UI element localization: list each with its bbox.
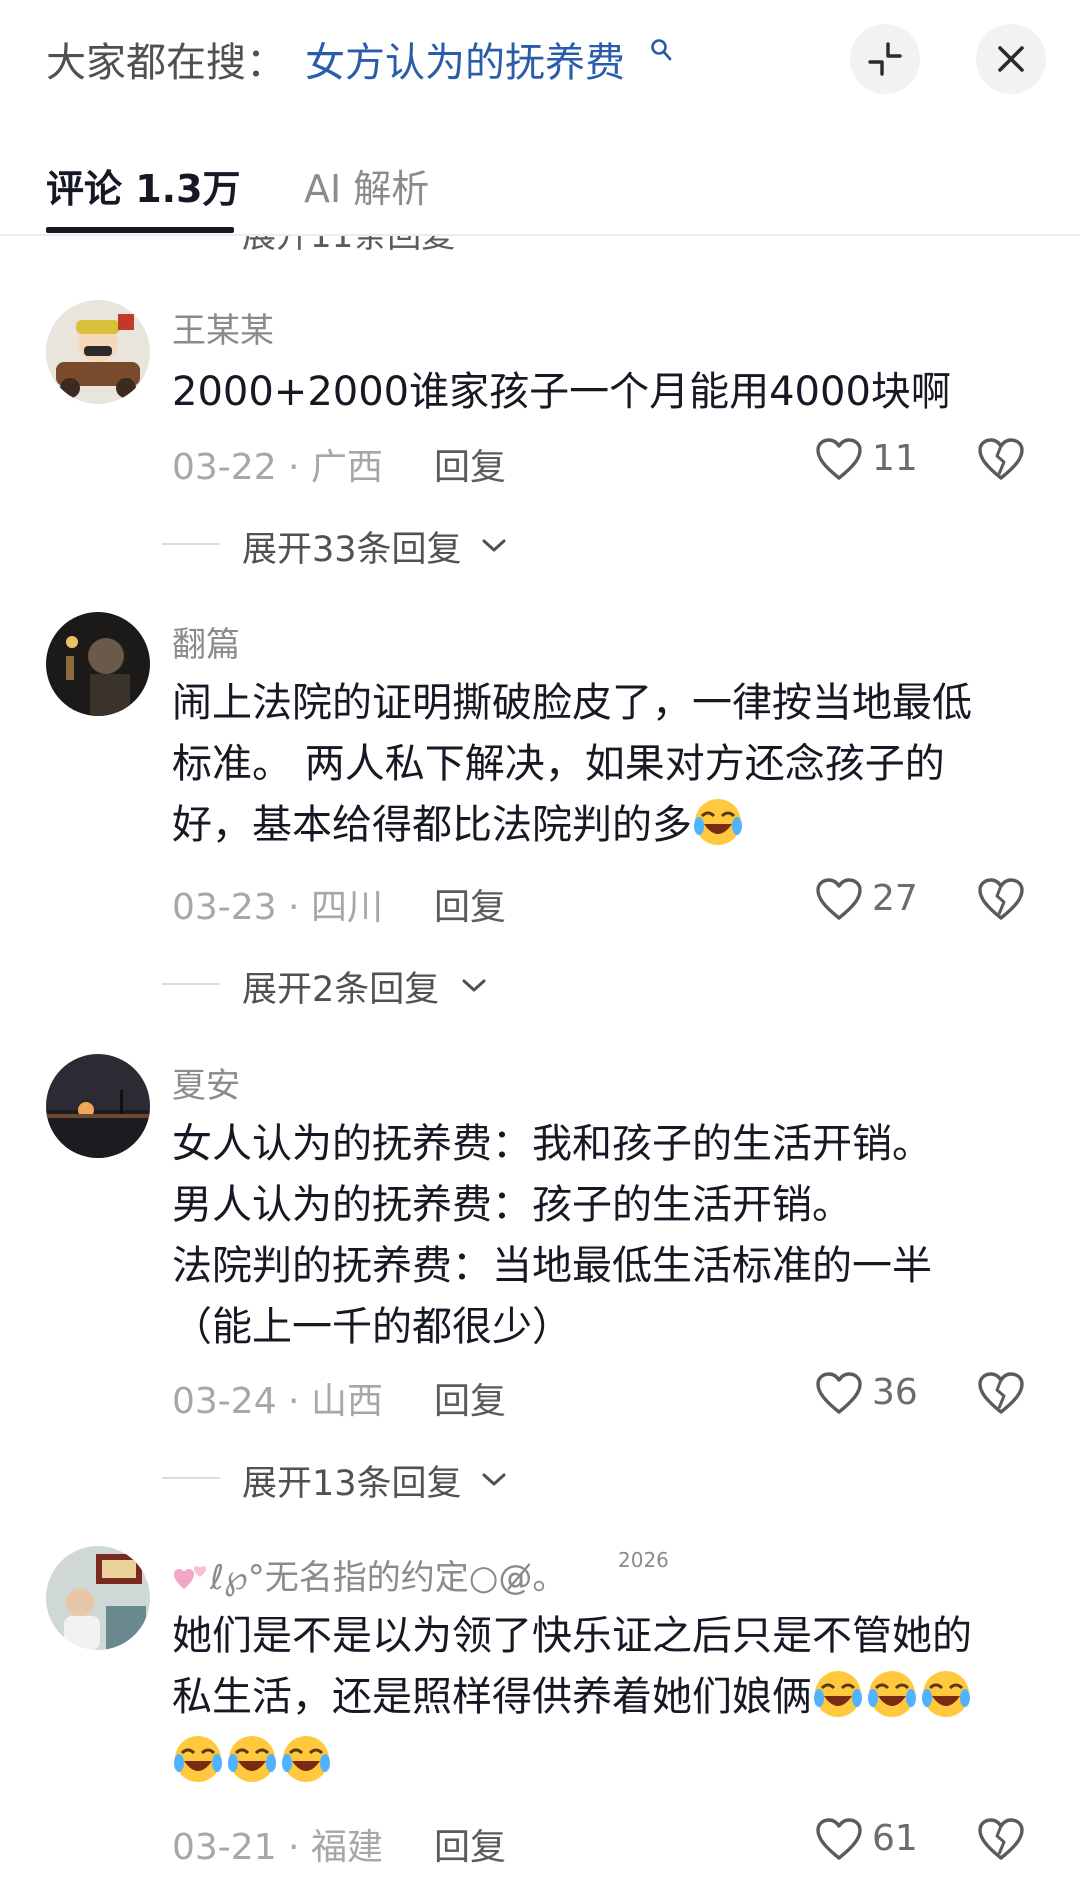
comment-line-text: 好，基本给得都比法院判的多 (172, 802, 692, 848)
chevron-down-icon (462, 979, 486, 992)
chevron-down-icon (482, 539, 506, 552)
like-count: 36 (872, 1372, 918, 1413)
broken-heart-icon[interactable] (976, 1370, 1026, 1416)
comment-date-location: 03-23 · 四川 (172, 887, 383, 928)
comment-text: 闹上法院的证明撕破脸皮了，一律按当地最低 标准。 两人私下解决，如果对方还念孩子… (172, 673, 1032, 856)
collapse-icon (868, 42, 902, 76)
comment-text: 她们是不是以为领了快乐证之后只是不管她的 私生活，还是照样得供养着她们娘俩 (172, 1606, 1032, 1793)
avatar[interactable] (46, 300, 150, 404)
laughing-crying-emoji (282, 1736, 330, 1782)
comment-line: 闹上法院的证明撕破脸皮了，一律按当地最低 (172, 680, 972, 726)
like-count: 11 (872, 438, 918, 479)
laughing-crying-emoji (814, 1671, 862, 1717)
comment-text: 女人认为的抚养费：我和孩子的生活开销。 男人认为的抚养费：孩子的生活开销。 法院… (172, 1114, 1032, 1358)
comment-line (172, 1728, 1032, 1793)
reply-button[interactable]: 回复 (434, 438, 506, 490)
username-text: ℓ℘°无名指的约定○@̸。 (210, 1558, 567, 1598)
broken-heart-icon[interactable] (976, 436, 1026, 482)
pink-hearts-icon (174, 1566, 206, 1589)
expand-replies-button[interactable]: 展开13条回复 (242, 1455, 462, 1506)
username-badge: 2026 (618, 1548, 669, 1572)
comment-date-location: 03-21 · 福建 (172, 1827, 383, 1868)
tab-active-indicator (46, 227, 234, 233)
comment-line-text: 私生活，还是照样得供养着她们娘俩 (172, 1674, 812, 1720)
comment-line: （能上一千的都很少） (172, 1304, 572, 1350)
comment-line: 2000+2000谁家孩子一个月能用4000块啊 (172, 369, 951, 415)
comment-username[interactable]: 王某某 (172, 303, 274, 352)
heart-outline-icon[interactable] (814, 1370, 864, 1416)
search-icon[interactable] (650, 38, 672, 62)
comment-line: 私生活，还是照样得供养着她们娘俩 (172, 1667, 1032, 1728)
avatar[interactable] (46, 612, 150, 716)
divider (162, 1477, 220, 1479)
comment-line: 男人认为的抚养费：孩子的生活开销。 (172, 1182, 852, 1228)
comment-username[interactable]: 夏安 (172, 1058, 240, 1107)
search-query-link[interactable]: 女方认为的抚养费 (305, 30, 625, 88)
expand-replies-button[interactable]: 展开33条回复 (242, 521, 462, 572)
comment-username[interactable]: ℓ℘°无名指的约定○@̸。 (172, 1550, 566, 1599)
laughing-crying-emoji (694, 799, 742, 845)
search-prefix-label: 大家都在搜： (46, 40, 286, 86)
laughing-crying-emoji (174, 1736, 222, 1782)
comment-line: 好，基本给得都比法院判的多 (172, 795, 1032, 856)
laughing-crying-emoji (922, 1671, 970, 1717)
expand-replies-button[interactable]: 展开2条回复 (242, 961, 439, 1012)
comment-line: 标准。 两人私下解决，如果对方还念孩子的 (172, 741, 945, 787)
comment-line: 她们是不是以为领了快乐证之后只是不管她的 (172, 1613, 972, 1659)
divider (162, 543, 220, 545)
reply-button[interactable]: 回复 (434, 1372, 506, 1424)
laughing-crying-emoji (868, 1671, 916, 1717)
avatar[interactable] (46, 1546, 150, 1650)
avatar[interactable] (46, 1054, 150, 1158)
comment-line: 法院判的抚养费：当地最低生活标准的一半 (172, 1243, 932, 1289)
reply-button[interactable]: 回复 (434, 878, 506, 930)
divider (162, 983, 220, 985)
collapse-button[interactable] (850, 24, 920, 94)
comment-date-location: 03-22 · 广西 (172, 447, 383, 488)
broken-heart-icon[interactable] (976, 1816, 1026, 1862)
comment-text: 2000+2000谁家孩子一个月能用4000块啊 (172, 362, 1032, 423)
comment-date-location: 03-24 · 山西 (172, 1381, 383, 1422)
like-count: 27 (872, 878, 918, 919)
search-header: 大家都在搜： 女方认为的抚养费 (0, 0, 1080, 128)
tab-bar: 评论 1.3万 AI 解析 (0, 128, 1080, 236)
heart-outline-icon[interactable] (814, 436, 864, 482)
tab-ai-analysis[interactable]: AI 解析 (304, 158, 429, 213)
heart-outline-icon[interactable] (814, 1816, 864, 1862)
comment-line: 女人认为的抚养费：我和孩子的生活开销。 (172, 1121, 932, 1167)
heart-outline-icon[interactable] (814, 876, 864, 922)
reply-button[interactable]: 回复 (434, 1818, 506, 1870)
like-count: 61 (872, 1818, 918, 1859)
broken-heart-icon[interactable] (976, 876, 1026, 922)
comment-username[interactable]: 翻篇 (172, 617, 240, 666)
close-button[interactable] (976, 24, 1046, 94)
laughing-crying-emoji (228, 1736, 276, 1782)
chevron-down-icon (482, 1473, 506, 1486)
close-icon (998, 46, 1024, 72)
tab-comments[interactable]: 评论 1.3万 (46, 158, 241, 213)
